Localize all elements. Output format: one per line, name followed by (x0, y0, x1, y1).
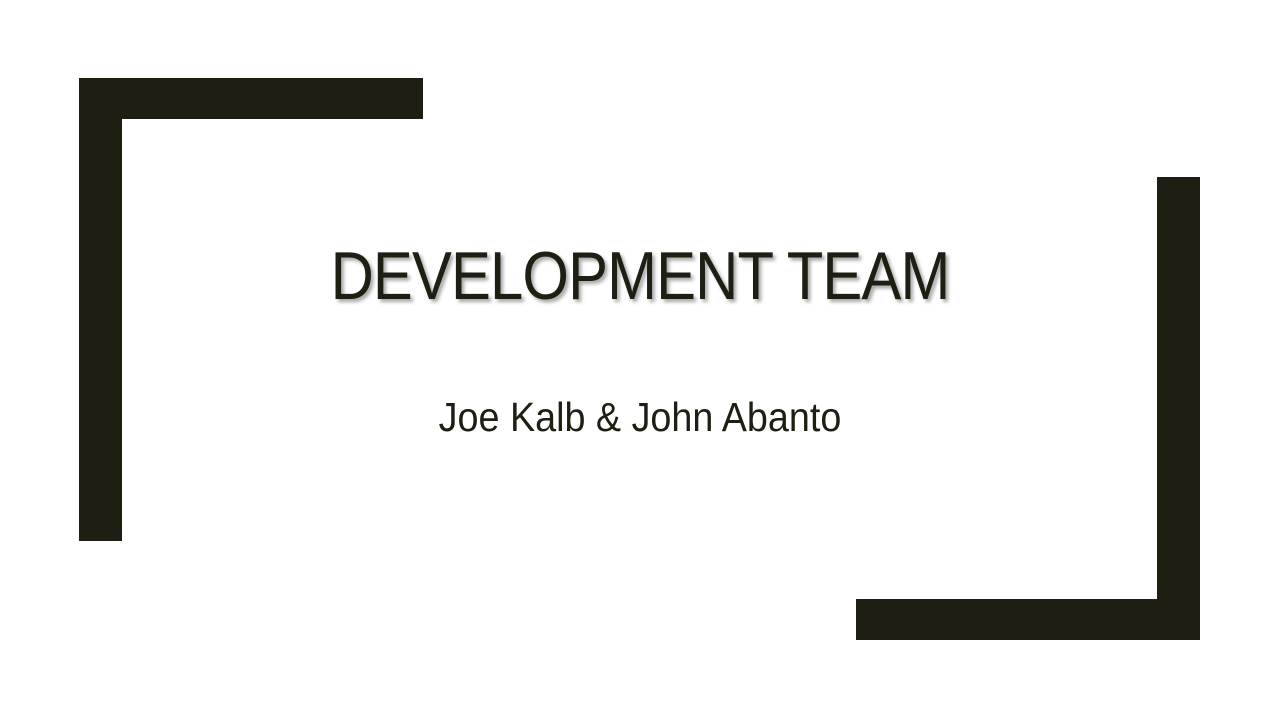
top-left-bracket-horizontal (79, 78, 423, 119)
title-slide: DEVELOPMENT TEAM Joe Kalb & John Abanto (0, 0, 1280, 720)
bottom-right-bracket-horizontal (856, 599, 1200, 640)
slide-title: DEVELOPMENT TEAM (330, 238, 951, 314)
slide-subtitle: Joe Kalb & John Abanto (438, 394, 842, 440)
